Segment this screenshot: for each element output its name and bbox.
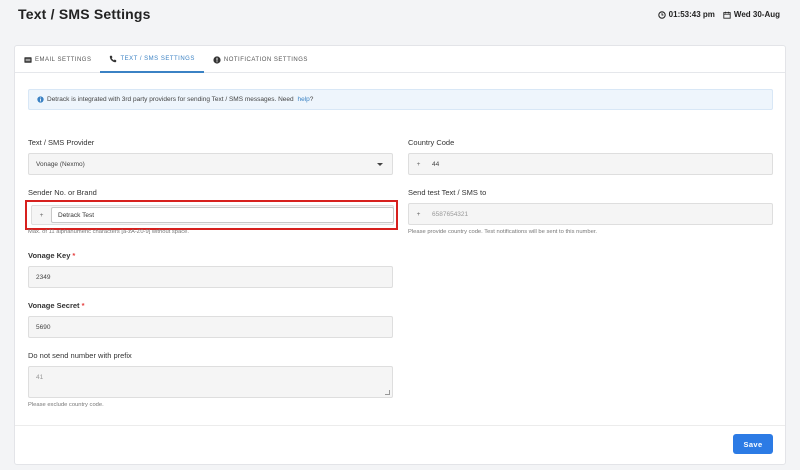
sender-prefix: + (39, 211, 44, 219)
prefix-label: Do not send number with prefix (28, 351, 132, 360)
vonage-secret-label-text: Vonage Secret (28, 301, 80, 310)
prefix-textarea[interactable]: 41 (28, 366, 393, 398)
tab-text-sms-settings[interactable]: TEXT / SMS SETTINGS (100, 46, 204, 73)
sender-input[interactable]: Detrack Test (51, 207, 394, 223)
chevron-down-icon (377, 163, 383, 166)
provider-select[interactable]: Vonage (Nexmo) (28, 153, 393, 175)
vonage-key-input[interactable]: 2349 (28, 266, 393, 288)
country-code-value: 44 (432, 160, 440, 168)
test-number-field[interactable]: + 6587654321 (408, 203, 773, 225)
vonage-key-label-text: Vonage Key (28, 251, 71, 260)
time-text: 01:53:43 pm (668, 10, 715, 19)
date-text: Wed 30-Aug (733, 10, 780, 19)
sender-highlight-box: + Detrack Test (25, 200, 398, 230)
calendar-icon (723, 11, 731, 19)
notification-icon (213, 55, 221, 64)
test-label: Send test Text / SMS to (408, 188, 487, 197)
sender-hint: Max. of 11 alphanumeric characters [a-zA… (28, 229, 189, 235)
page-title: Text / SMS Settings (18, 6, 151, 22)
test-number-placeholder: 6587654321 (432, 210, 469, 218)
info-icon (37, 96, 44, 103)
sender-label: Sender No. or Brand (28, 188, 97, 197)
required-mark: * (72, 251, 76, 260)
vonage-secret-label: Vonage Secret * (28, 301, 84, 310)
sender-field: + Detrack Test (31, 205, 394, 225)
vonage-secret-input[interactable]: 5690 (28, 316, 393, 338)
phone-icon (110, 55, 117, 62)
vonage-key-label: Vonage Key * (28, 251, 75, 260)
tab-label: TEXT / SMS SETTINGS (120, 55, 195, 62)
resize-handle-icon[interactable] (385, 390, 390, 395)
country-code-prefix: + (416, 160, 421, 168)
settings-card: EMAIL SETTINGS TEXT / SMS SETTINGS NOTIF… (14, 45, 786, 465)
date-display: Wed 30-Aug (723, 10, 780, 19)
vonage-secret-value: 5690 (36, 323, 51, 331)
info-suffix: ? (309, 96, 314, 103)
tab-label: NOTIFICATION SETTINGS (223, 56, 308, 63)
prefix-hint: Please exclude country code. (28, 402, 104, 408)
info-text: Detrack is integrated with 3rd party pro… (47, 96, 296, 103)
test-prefix: + (416, 210, 421, 218)
vonage-key-value: 2349 (36, 273, 51, 281)
country-code-label: Country Code (408, 138, 455, 147)
tab-email-settings[interactable]: EMAIL SETTINGS (15, 46, 100, 73)
info-banner: Detrack is integrated with 3rd party pro… (28, 89, 773, 110)
prefix-value: 41 (36, 374, 44, 381)
clock-icon (657, 10, 666, 19)
tab-label: EMAIL SETTINGS (35, 56, 92, 63)
tab-notification-settings[interactable]: NOTIFICATION SETTINGS (204, 46, 317, 73)
test-hint: Please provide country code. Test notifi… (408, 229, 598, 235)
email-icon (24, 56, 32, 63)
help-link[interactable]: help (297, 96, 309, 103)
required-mark: * (81, 301, 85, 310)
time-display: 01:53:43 pm (657, 10, 715, 19)
settings-tabs: EMAIL SETTINGS TEXT / SMS SETTINGS NOTIF… (15, 46, 785, 73)
provider-label: Text / SMS Provider (28, 138, 95, 147)
footer-divider (15, 425, 785, 426)
save-button[interactable]: Save (733, 434, 773, 454)
country-code-field[interactable]: + 44 (408, 153, 773, 175)
provider-value: Vonage (Nexmo) (36, 160, 85, 168)
datetime: 01:53:43 pm Wed 30-Aug (657, 10, 780, 19)
